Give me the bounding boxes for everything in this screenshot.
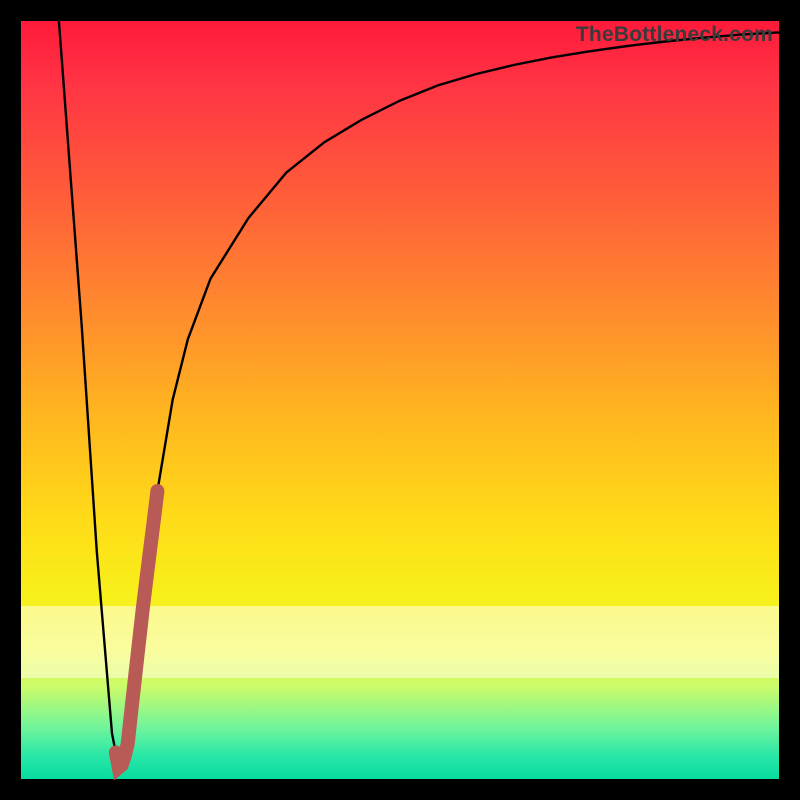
curve-svg [21,21,779,779]
curve-line [59,21,779,771]
bottleneck-curve [59,21,779,771]
watermark-text: TheBottleneck.com [576,23,773,47]
chart-frame: TheBottleneck.com [0,0,800,800]
highlight-segment [116,491,158,767]
plot-area: TheBottleneck.com [21,21,779,779]
highlight-line [116,491,158,767]
